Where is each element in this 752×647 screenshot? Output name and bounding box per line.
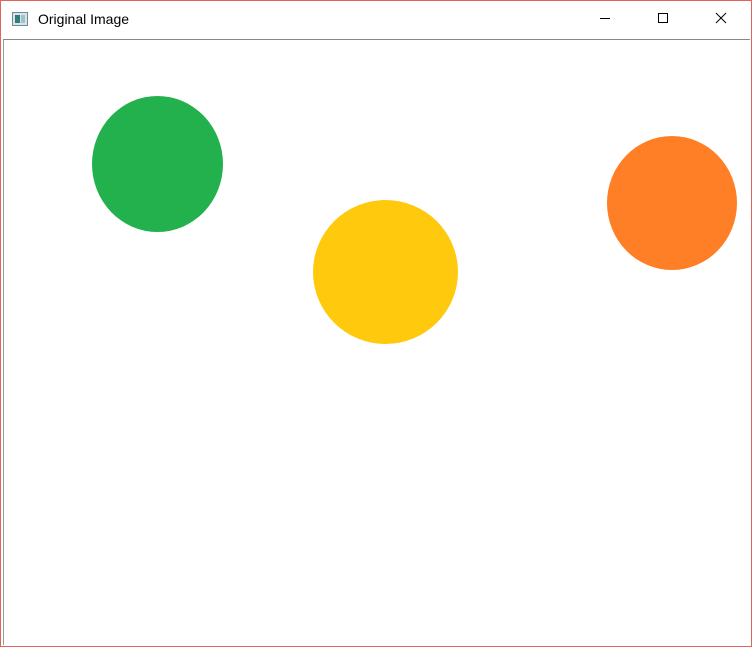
minimize-icon: [599, 11, 611, 29]
maximize-icon: [657, 11, 669, 29]
app-window: Original Image: [0, 0, 752, 647]
app-window-icon: [12, 12, 28, 26]
minimize-button[interactable]: [582, 1, 628, 39]
close-icon: [715, 11, 727, 29]
yellow-circle: [313, 200, 458, 344]
title-bar[interactable]: Original Image: [1, 1, 751, 39]
window-title: Original Image: [38, 11, 130, 27]
orange-circle: [607, 136, 737, 270]
green-circle: [92, 96, 223, 232]
image-canvas: [3, 40, 750, 645]
maximize-button[interactable]: [640, 1, 686, 39]
close-button[interactable]: [698, 1, 744, 39]
